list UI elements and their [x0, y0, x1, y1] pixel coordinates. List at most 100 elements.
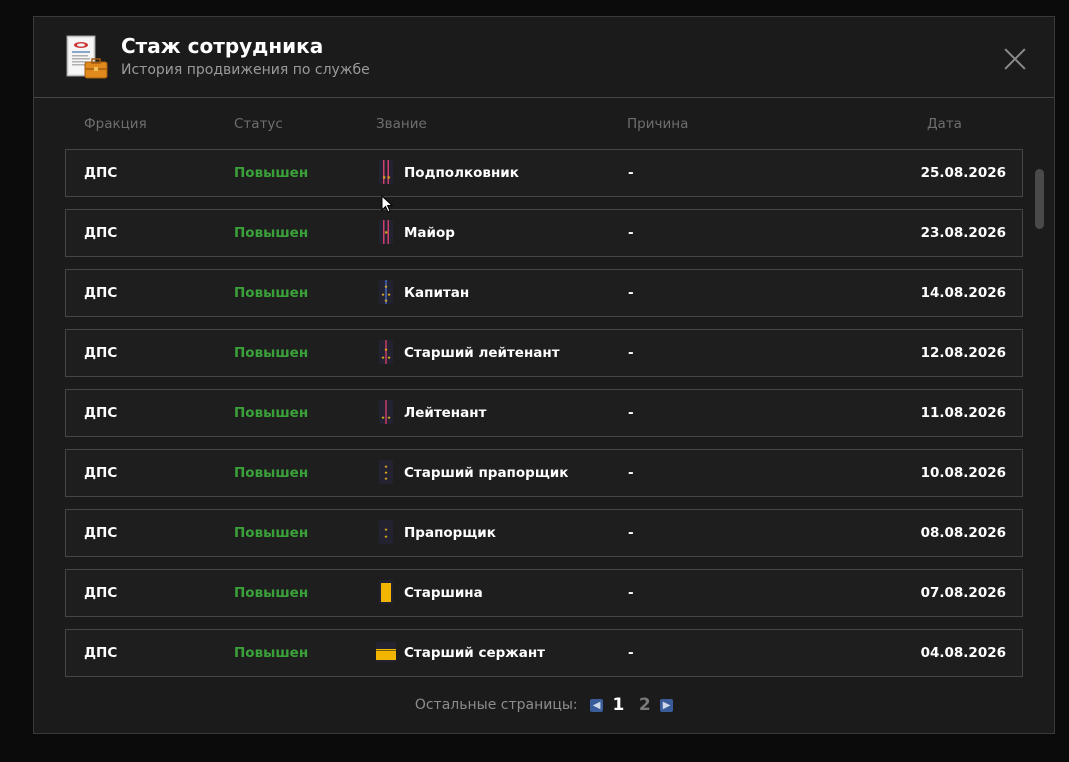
sergeant-major-shoulder-icon — [379, 580, 393, 604]
row-status: Повышен — [234, 165, 309, 181]
row-reason: - — [628, 525, 634, 541]
svg-text:★: ★ — [387, 415, 391, 421]
page-button-1[interactable]: 1 — [613, 695, 625, 715]
row-rank: ★ Майор — [376, 210, 455, 256]
table-row[interactable]: ДПС Повышен Старшина - 07.08.2026 — [65, 569, 1023, 617]
svg-text:★: ★ — [384, 230, 389, 236]
warrant-shoulder-icon: ★★ — [379, 520, 393, 544]
svg-text:★: ★ — [384, 284, 388, 290]
column-header-rank: Звание — [376, 116, 427, 132]
lt-colonel-shoulder-icon: ★ ★ — [379, 160, 393, 184]
svg-text:★: ★ — [384, 347, 388, 353]
table-row[interactable]: ДПС Повышен ★ ★ ★ ★ Капитан -14.08.2026 — [65, 269, 1023, 317]
row-date: 10.08.2026 — [920, 465, 1006, 481]
row-status: Повышен — [234, 285, 309, 301]
row-rank: ★ ★ ★ ★ Капитан — [376, 270, 469, 316]
row-rank: Старший сержант — [376, 630, 545, 676]
list-scrollbar[interactable] — [1035, 169, 1044, 229]
svg-text:★: ★ — [387, 292, 391, 298]
pagination: Остальные страницы: ◀ 1 2 ▶ — [34, 695, 1054, 717]
row-reason: - — [628, 285, 634, 301]
major-shoulder-icon: ★ — [379, 220, 393, 244]
row-status: Повышен — [234, 345, 309, 361]
row-date: 07.08.2026 — [920, 585, 1006, 601]
row-date: 11.08.2026 — [920, 405, 1006, 421]
svg-text:★: ★ — [384, 476, 388, 482]
row-date: 23.08.2026 — [920, 225, 1006, 241]
row-reason: - — [628, 585, 634, 601]
row-rank-label: Подполковник — [404, 165, 519, 181]
svg-text:★: ★ — [384, 464, 388, 470]
row-faction: ДПС — [84, 285, 118, 301]
row-date: 12.08.2026 — [920, 345, 1006, 361]
row-status: Повышен — [234, 645, 309, 661]
svg-text:★: ★ — [384, 298, 388, 304]
column-header-reason: Причина — [627, 116, 689, 132]
close-icon[interactable] — [1000, 44, 1030, 74]
page-button-2[interactable]: 2 — [639, 695, 651, 715]
modal-header: Стаж сотрудника История продвижения по с… — [34, 17, 1054, 98]
svg-text:★: ★ — [381, 355, 385, 361]
row-rank-label: Старший сержант — [404, 645, 545, 661]
history-list[interactable]: ДПС Повышен ★ ★ Подполковник -25.08.2026 ДПС По… — [65, 149, 1024, 677]
row-faction: ДПС — [84, 225, 118, 241]
row-rank: ★ ★ Лейтенант — [376, 390, 486, 436]
row-rank: ★ ★ Прапорщик — [376, 510, 496, 556]
row-faction: ДПС — [84, 465, 118, 481]
column-header-faction: Фракция — [84, 116, 147, 132]
modal-subtitle: История продвижения по службе — [121, 62, 370, 78]
row-rank-label: Старший лейтенант — [404, 345, 560, 361]
table-row[interactable]: ДПС Повышен ★ Майор - 23.08.2026 — [65, 209, 1023, 257]
senior-warrant-shoulder-icon: ★★★ — [379, 460, 393, 484]
svg-text:★: ★ — [387, 175, 392, 181]
table-row[interactable]: ДПС Повышен ★ ★ Лейтенант - 11.08.2026 — [65, 389, 1023, 437]
row-date: 08.08.2026 — [920, 525, 1006, 541]
certificate-briefcase-icon — [66, 35, 108, 79]
chevron-left-icon[interactable]: ◀ — [590, 698, 604, 712]
row-status: Повышен — [234, 405, 309, 421]
row-date: 04.08.2026 — [920, 645, 1006, 661]
row-reason: - — [628, 405, 634, 421]
row-faction: ДПС — [84, 525, 118, 541]
row-status: Повышен — [234, 525, 309, 541]
row-reason: - — [628, 645, 634, 661]
svg-text:★: ★ — [384, 470, 388, 476]
chevron-right-icon[interactable]: ▶ — [660, 698, 674, 712]
table-row[interactable]: ДПС Повышен ★ ★ ★ Старший прапорщик -10.08.202… — [65, 449, 1023, 497]
row-rank-label: Лейтенант — [404, 405, 487, 421]
svg-text:★: ★ — [387, 355, 391, 361]
row-date: 25.08.2026 — [920, 165, 1006, 181]
row-faction: ДПС — [84, 165, 118, 181]
row-reason: - — [628, 165, 634, 181]
mouse-cursor-icon — [381, 195, 393, 213]
row-rank-label: Капитан — [404, 285, 470, 301]
pagination-label: Остальные страницы: — [414, 697, 578, 713]
table-row[interactable]: ДПС Повышен ★ ★ ★ Старший лейтенант -12.08.202… — [65, 329, 1023, 377]
row-rank-label: Майор — [404, 225, 455, 241]
row-reason: - — [628, 225, 634, 241]
row-status: Повышен — [234, 585, 309, 601]
row-faction: ДПС — [84, 345, 118, 361]
svg-text:★: ★ — [384, 534, 388, 540]
row-rank-label: Старшина — [404, 585, 483, 601]
row-reason: - — [628, 345, 634, 361]
modal-title: Стаж сотрудника — [121, 34, 324, 58]
row-rank: Старшина — [376, 570, 483, 616]
svg-text:★: ★ — [384, 527, 388, 533]
row-rank-label: Прапорщик — [404, 525, 496, 541]
row-faction: ДПС — [84, 585, 118, 601]
row-status: Повышен — [234, 225, 309, 241]
seniority-modal: Стаж сотрудника История продвижения по с… — [33, 16, 1055, 734]
table-row[interactable]: ДПС Повышен ★ ★ Подполковник - 25.08.2026 — [65, 149, 1023, 197]
table-row[interactable]: ДПС Повышен Старший сержант - 04.08.2026 — [65, 629, 1023, 677]
row-rank: ★ ★ ★ Старший лейтенант — [376, 330, 560, 376]
row-status: Повышен — [234, 465, 309, 481]
lieutenant-shoulder-icon: ★ ★ — [379, 400, 393, 424]
row-reason: - — [628, 465, 634, 481]
svg-text:★: ★ — [381, 292, 385, 298]
row-date: 14.08.2026 — [920, 285, 1006, 301]
senior-sergeant-shoulder-icon — [376, 642, 396, 662]
table-row[interactable]: ДПС Повышен ★ ★ Прапорщик - 08.08.2026 — [65, 509, 1023, 557]
column-header-date: Дата — [927, 116, 962, 132]
row-faction: ДПС — [84, 645, 118, 661]
